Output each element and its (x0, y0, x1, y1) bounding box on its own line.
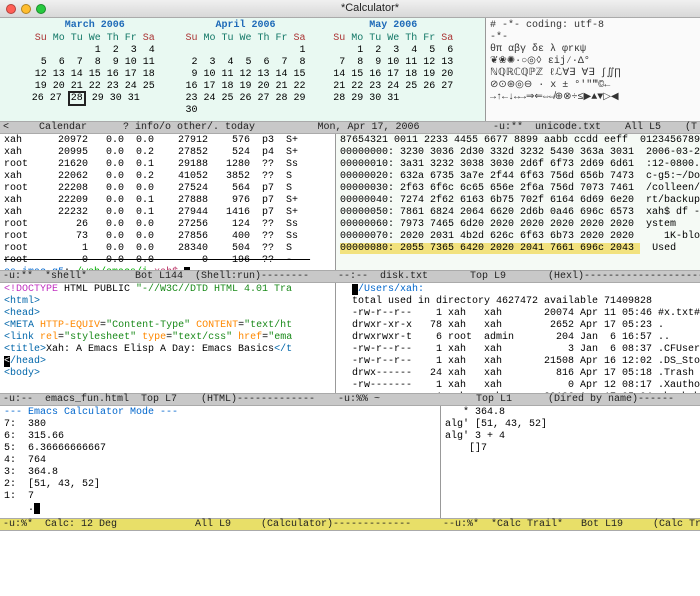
process-row: xah 20995 0.0 0.2 27852 524 p4 S+ (4, 147, 331, 159)
dired-pane[interactable]: /Users/xah: total used in directory 4627… (335, 283, 700, 393)
unicode-line: -*- (490, 32, 696, 44)
dired-path: /Users/xah: (340, 284, 696, 296)
close-icon[interactable] (6, 4, 16, 14)
dired-row[interactable]: -rw-r--r-- 1 xah xah 20074 Apr 11 05:46 … (340, 308, 696, 320)
hexl-row: 87654321 0011 2233 4455 6677 8899 aabb c… (340, 135, 696, 147)
shell-pane[interactable]: xah 20972 0.0 0.0 27912 576 p3 S+ xah 20… (0, 134, 335, 270)
hexl-row: 00000030: 2f63 6f6c 6c65 656e 2f6a 756d … (340, 183, 696, 195)
dired-row[interactable]: -rw------- 1 xah xah 0 Apr 12 08:17 .Xau… (340, 380, 696, 392)
calendar-pane[interactable]: March 2006Su Mo Tu We Th Fr Sa 1 2 3 4 5… (0, 18, 485, 121)
calendar-mode-line: < Calendar ? info/o other/. today Mon, A… (0, 121, 485, 134)
calc-mode-line: -u:%* Calc: 12 Deg All L9 (Calculator)--… (0, 518, 440, 531)
calc-prompt[interactable]: . (4, 503, 436, 515)
calc-stack-row: 6: 315.66 (4, 431, 436, 443)
trail-mode-line: --u:%* *Calc Trail* Bot L19 (Calc Trail) (440, 518, 700, 531)
unicode-line: θπ αβγ δε λ φrκψ (490, 44, 696, 56)
process-row: root 1 0.0 0.0 28340 504 ?? Sroot 0 0.0 … (4, 243, 331, 267)
calculator-pane[interactable]: --- Emacs Calculator Mode ---7: 3806: 31… (0, 406, 440, 518)
unicode-mode-line: -u:** unicode.txt All L5 (T (485, 121, 700, 134)
hexl-mode-line: --:-- disk.txt Top L9 (Hexl)------------… (335, 270, 700, 283)
unicode-line: # -*- coding: utf-8 (490, 20, 696, 32)
minimize-icon[interactable] (21, 4, 31, 14)
calc-stack-row: 5: 6.36666666667 (4, 443, 436, 455)
html-pane[interactable]: <!DOCTYPE HTML PUBLIC "-//W3C//DTD HTML … (0, 283, 335, 393)
html-mode-line: -u:-- emacs_fun.html Top L7 (HTML)------… (0, 393, 335, 406)
hexl-pane[interactable]: 87654321 0011 2233 4455 6677 8899 aabb c… (335, 134, 700, 270)
hexl-row: 00000080: 2055 7365 6420 2020 2041 7661 … (340, 243, 696, 255)
process-row: xah 22232 0.0 0.1 27944 1416 p7 S+ (4, 207, 331, 219)
calc-stack-row: 4: 764 (4, 455, 436, 467)
process-row: root 22208 0.0 0.0 27524 564 p7 S (4, 183, 331, 195)
hexl-row: 00000040: 7274 2f62 6163 6b75 702f 6164 … (340, 195, 696, 207)
process-row: xah 20972 0.0 0.0 27912 576 p3 S+ (4, 135, 331, 147)
dired-row[interactable]: drwx------ 24 xah xah 816 Apr 17 05:18 .… (340, 368, 696, 380)
dired-row[interactable]: -rw-r--r-- 1 xah xah 21508 Apr 16 12:02 … (340, 356, 696, 368)
shell-mode-line: -u:** *shell* Bot L144 (Shell:run)------… (0, 270, 335, 283)
dired-row[interactable]: -rw-r--r-- 1 xah xah 3 Jan 6 08:37 .CFUs… (340, 344, 696, 356)
calendar-month: March 2006Su Mo Tu We Th Fr Sa 1 2 3 4 5… (32, 20, 158, 117)
process-row: xah 22209 0.0 0.1 27888 976 p7 S+ (4, 195, 331, 207)
zoom-icon[interactable] (36, 4, 46, 14)
trail-row: * 364.8 (445, 407, 696, 419)
process-row: root 21620 0.0 0.1 29188 1280 ?? Ss (4, 159, 331, 171)
process-row: xah 22062 0.0 0.2 41052 3852 ?? S (4, 171, 331, 183)
dired-mode-line: -u:%% ~ Top L1 (Dired by name)------ (335, 393, 700, 406)
hexl-row: 00000060: 7973 7465 6d20 2020 2020 2020 … (340, 219, 696, 231)
calc-stack-row: 7: 380 (4, 419, 436, 431)
hexl-row: 00000020: 632a 6735 3a7e 2f44 6f63 756d … (340, 171, 696, 183)
trail-row: alg' [51, 43, 52] (445, 419, 696, 431)
unicode-line: ❦❀✺·○◎◊ εij∕·Δ° (490, 56, 696, 68)
dired-row[interactable]: drwxr-xr-x 78 xah xah 2652 Apr 17 05:23 … (340, 320, 696, 332)
unicode-line: →↑←↓↔→⇒⇐⇔⇎⊕⊗÷≤▶▲▼▷◀ (490, 92, 696, 104)
process-row: root 73 0.0 0.0 27856 400 ?? Ss (4, 231, 331, 243)
trail-row: []7 (445, 443, 696, 455)
calc-title: --- Emacs Calculator Mode --- (4, 407, 436, 419)
trail-row: alg' 3 + 4 (445, 431, 696, 443)
hexl-row: 00000050: 7861 6824 2064 6620 2d6b 0a46 … (340, 207, 696, 219)
calendar-month: May 2006Su Mo Tu We Th Fr Sa 1 2 3 4 5 6… (333, 20, 453, 117)
calc-stack-row: 1: 7 (4, 491, 436, 503)
unicode-pane[interactable]: # -*- coding: utf-8-*- θπ αβγ δε λ φrκψ❦… (485, 18, 700, 121)
unicode-line: ℕℚℝℂℚℙℤ ℓℒ∀∃ ∀∃ ∫∬∏ (490, 68, 696, 80)
window-title: *Calculator* (46, 2, 694, 15)
hexl-row: 00000070: 2020 2031 4b2d 626c 6f63 6b73 … (340, 231, 696, 243)
calc-stack-row: 3: 364.8 (4, 467, 436, 479)
titlebar: *Calculator* (0, 0, 700, 18)
dired-row[interactable]: drwxrwxr-t 6 root admin 204 Jan 6 16:57 … (340, 332, 696, 344)
calendar-month: April 2006Su Mo Tu We Th Fr Sa 1 2 3 4 5… (185, 20, 305, 117)
calc-stack-row: 2: [51, 43, 52] (4, 479, 436, 491)
process-row: root 26 0.0 0.0 27256 124 ?? Ss (4, 219, 331, 231)
hexl-row: 00000010: 3a31 3232 3038 3030 2d6f 6f73 … (340, 159, 696, 171)
hexl-row: 00000000: 3230 3036 2d30 332d 3232 5430 … (340, 147, 696, 159)
unicode-line: ⊘⊙⊛◎⊖ · x ± °′″‴©← (490, 80, 696, 92)
emacs-frame: March 2006Su Mo Tu We Th Fr Sa 1 2 3 4 5… (0, 18, 700, 596)
dired-total: total used in directory 4627472 availabl… (340, 296, 696, 308)
process-row: root 0 0.0 0.0 0 196 ?? - (4, 255, 331, 267)
calc-trail-pane[interactable]: * 364.8alg' [51, 43, 52]alg' 3 + 4 []7 (440, 406, 700, 518)
